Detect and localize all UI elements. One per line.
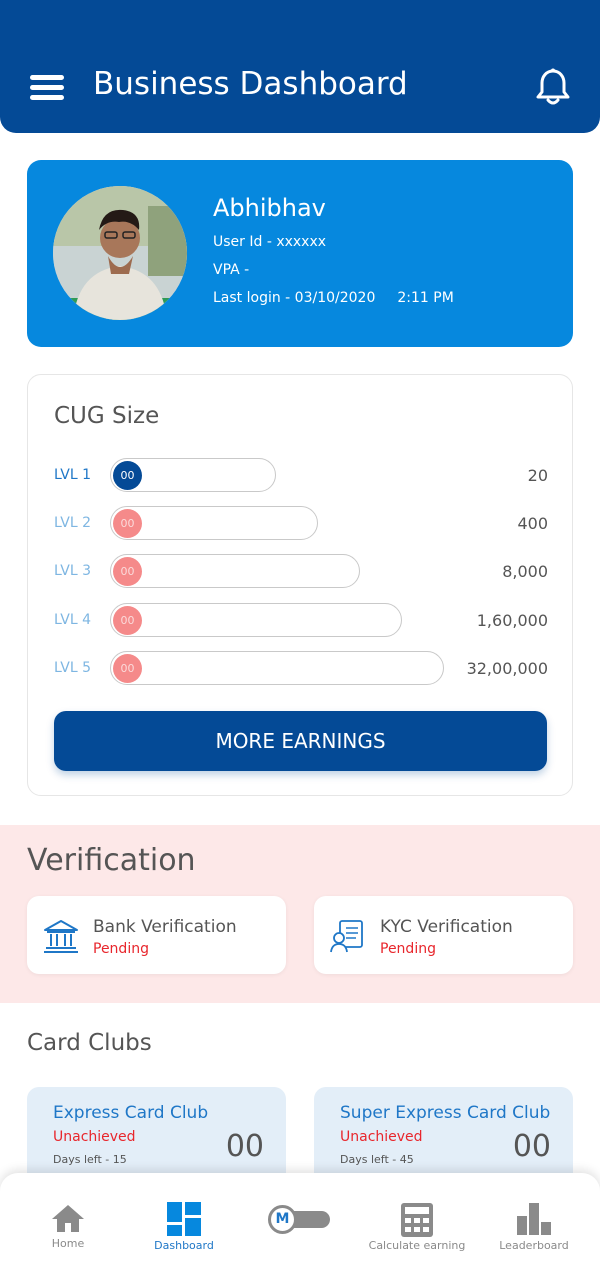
mode-toggle-letter: M	[268, 1205, 297, 1234]
nav-mode-toggle[interactable]: M	[260, 1173, 340, 1267]
level-bar: 00	[110, 603, 402, 637]
hamburger-menu-icon[interactable]	[30, 75, 64, 101]
user-id: User Id - xxxxxx	[213, 234, 327, 250]
level-value: 20	[527, 466, 548, 485]
bell-icon[interactable]	[535, 68, 571, 106]
cug-title: CUG Size	[54, 403, 160, 429]
level-value: 1,60,000	[476, 611, 548, 630]
kyc-verification-status: Pending	[380, 941, 436, 957]
verification-title: Verification	[27, 843, 196, 878]
level-row: LVL 1 00 20	[54, 458, 548, 492]
level-bar: 00	[110, 554, 360, 588]
level-bar: 00	[110, 651, 444, 685]
app-header: Business Dashboard	[0, 0, 600, 133]
profile-card: Abhibhav User Id - xxxxxx VPA - Last log…	[27, 160, 573, 347]
club-name: Express Card Club	[53, 1103, 209, 1123]
bank-verification-status: Pending	[93, 941, 149, 957]
level-bar: 00	[110, 458, 276, 492]
level-label: LVL 2	[54, 515, 91, 531]
level-label: LVL 5	[54, 660, 91, 676]
profile-name: Abhibhav	[213, 194, 326, 222]
nav-home[interactable]: Home	[30, 1173, 106, 1267]
leaderboard-icon	[517, 1203, 551, 1235]
express-card-club[interactable]: Express Card Club Unachieved Days left -…	[27, 1087, 286, 1187]
super-express-card-club[interactable]: Super Express Card Club Unachieved Days …	[314, 1087, 573, 1187]
club-status: Unachieved	[53, 1129, 136, 1145]
kyc-document-icon	[330, 920, 363, 953]
nav-calculate-label: Calculate earning	[368, 1239, 466, 1252]
level-count: 00	[113, 606, 142, 635]
level-label: LVL 4	[54, 612, 91, 628]
club-count: 00	[512, 1129, 551, 1164]
level-value: 8,000	[502, 562, 548, 581]
nav-dashboard[interactable]: Dashboard	[140, 1173, 228, 1267]
level-count: 00	[113, 654, 142, 683]
last-login: Last login - 03/10/2020 2:11 PM	[213, 290, 454, 306]
level-row: LVL 5 00 32,00,000	[54, 651, 548, 685]
mode-toggle-icon: M	[268, 1205, 332, 1235]
level-count: 00	[113, 557, 142, 586]
cug-size-card: CUG Size LVL 1 00 20 LVL 2 00 400 LVL 3 …	[27, 374, 573, 796]
club-days-left: Days left - 45	[340, 1153, 414, 1166]
calculator-icon	[401, 1203, 433, 1237]
level-row: LVL 2 00 400	[54, 506, 548, 540]
level-label: LVL 3	[54, 563, 91, 579]
home-icon	[52, 1205, 84, 1232]
level-count: 00	[113, 509, 142, 538]
nav-dashboard-label: Dashboard	[154, 1239, 214, 1252]
dashboard-icon	[167, 1202, 201, 1236]
verification-section: Verification Bank Verification Pending K…	[0, 825, 600, 1003]
level-row: LVL 3 00 8,000	[54, 554, 548, 588]
level-value: 400	[517, 514, 548, 533]
bottom-navigation: Home Dashboard M Calculate earning Leade…	[0, 1173, 600, 1267]
level-row: LVL 4 00 1,60,000	[54, 603, 548, 637]
nav-leaderboard[interactable]: Leaderboard	[490, 1173, 578, 1267]
club-count: 00	[225, 1129, 264, 1164]
level-label: LVL 1	[54, 467, 91, 483]
kyc-verification-label: KYC Verification	[380, 917, 513, 937]
vpa: VPA -	[213, 262, 250, 278]
last-login-time: 2:11 PM	[397, 290, 454, 306]
nav-leaderboard-label: Leaderboard	[499, 1239, 569, 1252]
level-value: 32,00,000	[466, 659, 548, 678]
level-count: 00	[113, 461, 142, 490]
bank-verification-card[interactable]: Bank Verification Pending	[27, 896, 286, 974]
club-name: Super Express Card Club	[340, 1103, 551, 1123]
kyc-verification-card[interactable]: KYC Verification Pending	[314, 896, 573, 974]
avatar	[53, 186, 187, 320]
level-bar: 00	[110, 506, 318, 540]
page-title: Business Dashboard	[93, 66, 408, 102]
club-days-left: Days left - 15	[53, 1153, 127, 1166]
nav-home-label: Home	[51, 1237, 85, 1250]
bank-icon	[44, 920, 78, 953]
card-clubs-title: Card Clubs	[27, 1030, 152, 1056]
last-login-date: Last login - 03/10/2020	[213, 290, 376, 306]
club-status: Unachieved	[340, 1129, 423, 1145]
bank-verification-label: Bank Verification	[93, 917, 237, 937]
nav-calculate-earning[interactable]: Calculate earning	[356, 1173, 478, 1267]
more-earnings-button[interactable]: MORE EARNINGS	[54, 711, 547, 771]
